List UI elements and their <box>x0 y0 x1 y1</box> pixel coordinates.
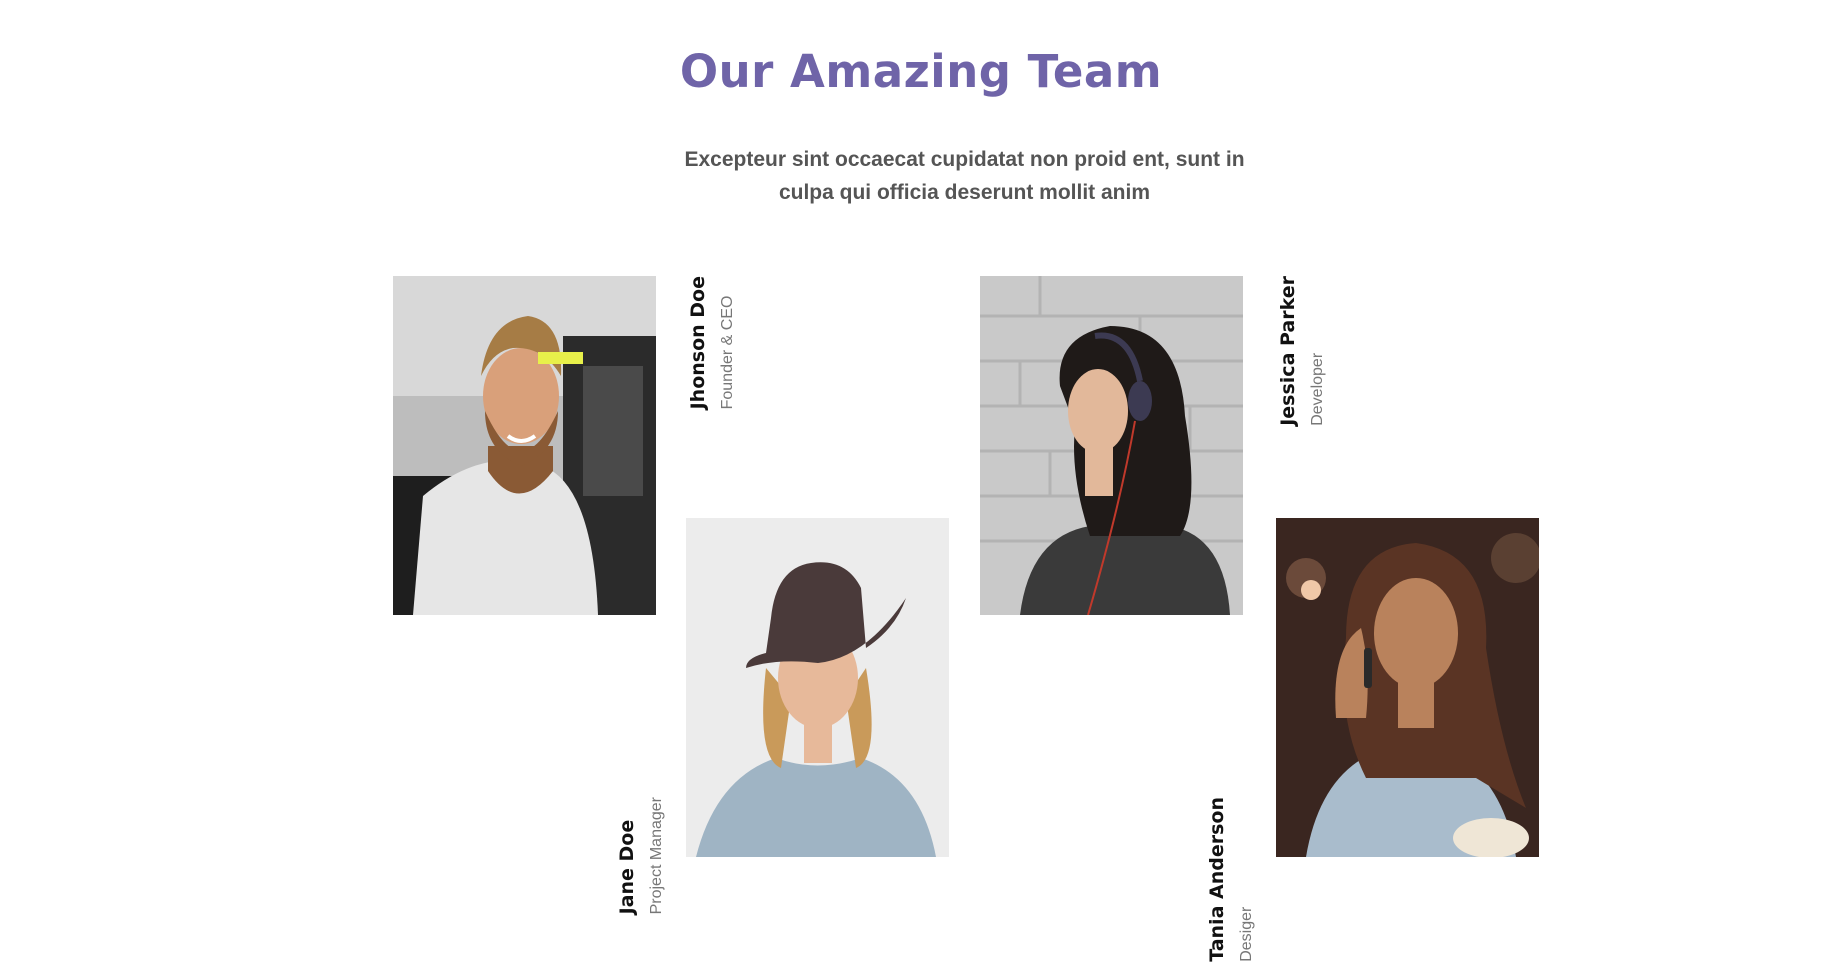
section-subtitle: Excepteur sint occaecat cupidatat non pr… <box>684 148 1245 204</box>
team-member-name: Jane Doe <box>616 819 638 915</box>
team-member-photo-jessica[interactable] <box>980 276 1243 615</box>
team-member-label-tania: Tania Anderson Desiger <box>1202 677 1262 962</box>
team-member-name: Jhonson Doe <box>687 276 709 410</box>
team-member-label-jane: Jane Doe Project Manager <box>612 677 672 914</box>
section-title: Our Amazing Team <box>679 45 1163 98</box>
team-member-photo-jhonson[interactable] <box>393 276 656 615</box>
woman-on-phone-photo <box>1276 518 1539 857</box>
team-member-label-jhonson: Jhonson Doe Founder & CEO <box>683 276 743 456</box>
team-member-role: Developer <box>1309 352 1326 426</box>
team-member-label-jessica: Jessica Parker Developer <box>1273 276 1333 456</box>
team-member-photo-jane[interactable] <box>686 518 949 857</box>
team-member-photo-tania[interactable] <box>1276 518 1539 857</box>
woman-with-headphones-photo <box>980 276 1243 615</box>
woman-in-hat-photo <box>686 518 949 857</box>
team-member-role: Founder & CEO <box>719 295 736 410</box>
team-member-role: Project Manager <box>648 797 665 915</box>
bearded-man-photo <box>393 276 656 615</box>
team-member-name: Tania Anderson <box>1206 797 1228 962</box>
team-member-role: Desiger <box>1238 906 1255 962</box>
team-member-name: Jessica Parker <box>1277 276 1299 426</box>
